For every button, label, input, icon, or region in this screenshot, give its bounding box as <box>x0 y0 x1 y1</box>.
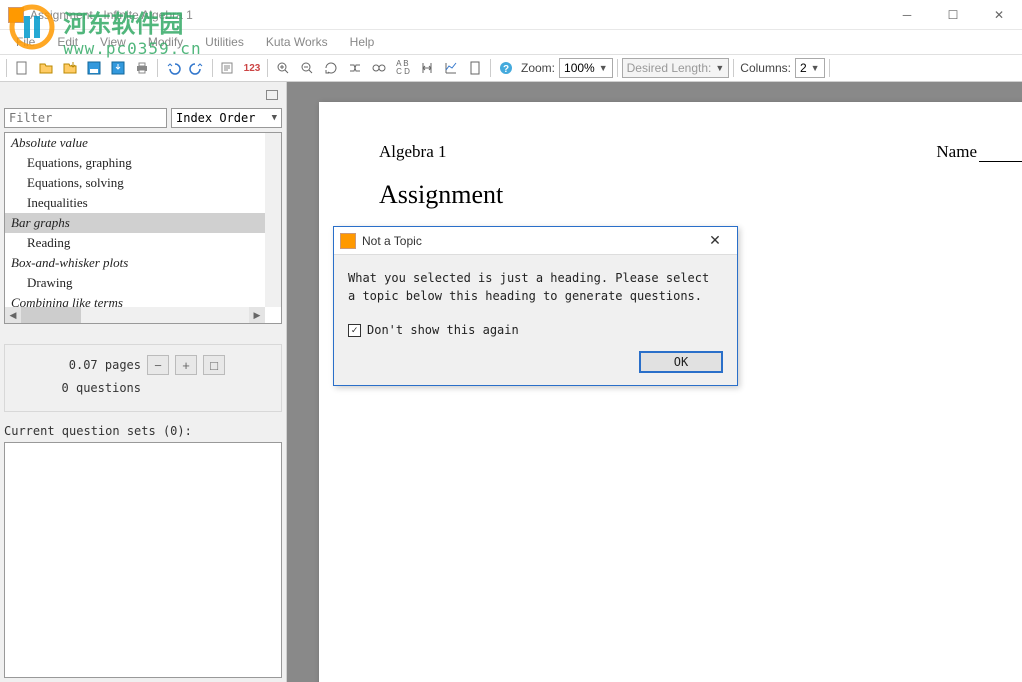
menu-file[interactable]: File <box>6 32 45 52</box>
paper-icon[interactable] <box>464 57 486 79</box>
sidebar: Index Order▼ Absolute value Equations, g… <box>0 82 287 682</box>
choices-icon[interactable]: A BC D <box>392 57 414 79</box>
order-select[interactable]: Index Order▼ <box>171 108 282 128</box>
zoomout-icon[interactable] <box>296 57 318 79</box>
menu-view[interactable]: View <box>90 32 136 52</box>
zoom-label: Zoom: <box>521 61 555 75</box>
save-icon[interactable] <box>83 57 105 79</box>
open-icon[interactable] <box>35 57 57 79</box>
zoomin-icon[interactable] <box>272 57 294 79</box>
directions-icon[interactable] <box>217 57 239 79</box>
topic-heading[interactable]: Box-and-whisker plots <box>5 253 281 273</box>
dialog-message: What you selected is just a heading. Ple… <box>348 269 723 305</box>
svg-text:?: ? <box>503 64 509 75</box>
toolbar: 123 A BC D ? Zoom: 100%▼ Desired Length:… <box>0 54 1022 82</box>
scrollbar-horizontal[interactable]: ◀▶ <box>5 307 265 323</box>
undo-icon[interactable] <box>162 57 184 79</box>
length-select[interactable]: Desired Length:▼ <box>622 58 730 78</box>
columns-select[interactable]: 2▼ <box>795 58 825 78</box>
menu-kuta-works[interactable]: Kuta Works <box>256 32 338 52</box>
topic-item[interactable]: Reading <box>5 233 281 253</box>
graph-icon[interactable] <box>440 57 462 79</box>
new-icon[interactable] <box>11 57 33 79</box>
topic-item[interactable]: Inequalities <box>5 193 281 213</box>
print-icon[interactable] <box>131 57 153 79</box>
dialog-title: Not a Topic <box>362 234 699 248</box>
dialog-icon <box>340 233 356 249</box>
menu-modify[interactable]: Modify <box>138 32 193 52</box>
stop-button[interactable]: □ <box>203 355 225 375</box>
regen-icon[interactable] <box>320 57 342 79</box>
app-icon <box>8 7 24 23</box>
dialog-close-button[interactable]: ✕ <box>699 230 731 252</box>
merge-icon[interactable] <box>59 57 81 79</box>
topic-item[interactable]: Equations, graphing <box>5 153 281 173</box>
course-name: Algebra 1 <box>379 142 447 162</box>
panel-toggle-icon[interactable] <box>266 90 278 100</box>
scrollbar-vertical[interactable] <box>265 133 281 307</box>
minimize-button[interactable]: ─ <box>884 0 930 30</box>
menu-help[interactable]: Help <box>340 32 385 52</box>
columns-label: Columns: <box>740 61 791 75</box>
help-icon[interactable]: ? <box>495 57 517 79</box>
export-icon[interactable] <box>107 57 129 79</box>
topic-heading[interactable]: Absolute value <box>5 133 281 153</box>
redo-icon[interactable] <box>186 57 208 79</box>
pages-count: 0.07 pages <box>13 358 141 372</box>
dont-show-checkbox[interactable]: ✓ <box>348 324 361 337</box>
zoom-select[interactable]: 100%▼ <box>559 58 613 78</box>
topic-item[interactable]: Drawing <box>5 273 281 293</box>
name-label: Name <box>936 142 977 162</box>
menu-utilities[interactable]: Utilities <box>195 32 254 52</box>
filter-input[interactable] <box>4 108 167 128</box>
scramble-icon[interactable] <box>344 57 366 79</box>
questions-count: 0 questions <box>13 381 141 395</box>
not-a-topic-dialog: Not a Topic ✕ What you selected is just … <box>333 226 738 386</box>
close-button[interactable]: ✕ <box>976 0 1022 30</box>
worksheet-title: Assignment <box>379 180 503 210</box>
number-icon[interactable]: 123 <box>241 57 263 79</box>
question-sets-label: Current question sets (0): <box>4 424 282 438</box>
window-title: Assignment - Infinite Algebra 1 <box>30 8 884 22</box>
topic-heading-selected[interactable]: Bar graphs <box>5 213 281 233</box>
dont-show-label: Don't show this again <box>367 323 519 337</box>
window-titlebar: Assignment - Infinite Algebra 1 ─ ☐ ✕ <box>0 0 1022 30</box>
topic-item[interactable]: Equations, solving <box>5 173 281 193</box>
plus-button[interactable]: + <box>175 355 197 375</box>
minus-button[interactable]: − <box>147 355 169 375</box>
menu-edit[interactable]: Edit <box>47 32 88 52</box>
link-icon[interactable] <box>368 57 390 79</box>
worksheet-page: Algebra 1 Name Assignment Date P <box>319 102 1022 682</box>
topic-list[interactable]: Absolute value Equations, graphing Equat… <box>4 132 282 324</box>
stats-panel: 0.07 pages − + □ 0 questions <box>4 344 282 412</box>
ok-button[interactable]: OK <box>639 351 723 373</box>
maximize-button[interactable]: ☐ <box>930 0 976 30</box>
menubar: File Edit View Modify Utilities Kuta Wor… <box>0 30 1022 54</box>
spacing-icon[interactable] <box>416 57 438 79</box>
question-sets-list[interactable] <box>4 442 282 678</box>
